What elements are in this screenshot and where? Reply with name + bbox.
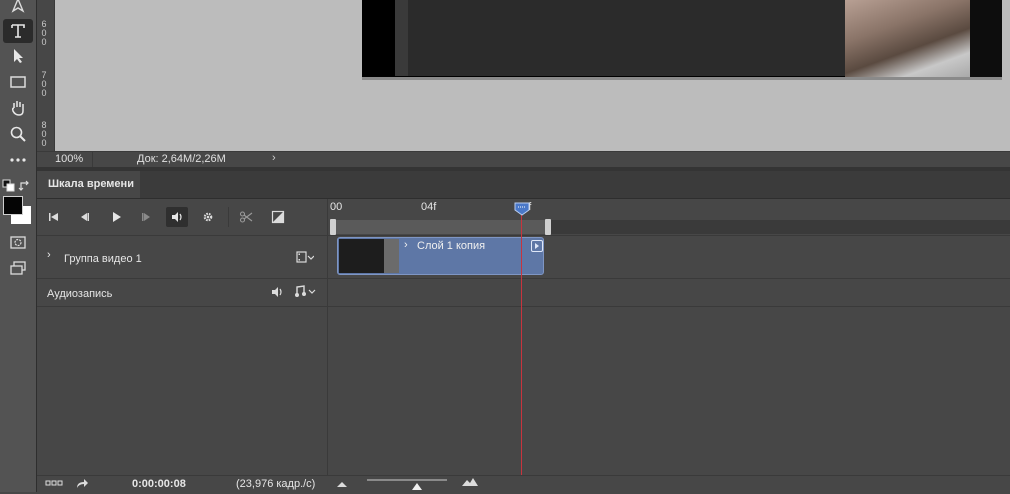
work-area-start-handle[interactable] — [330, 219, 336, 235]
split-scissors-icon[interactable] — [235, 207, 257, 227]
render-video-icon[interactable] — [75, 477, 89, 492]
work-area-end-handle[interactable] — [545, 219, 551, 235]
audio-track-label: Аудиозапись — [47, 288, 113, 300]
zoom-slider-thumb[interactable] — [411, 481, 423, 494]
document-gray-region — [395, 0, 845, 76]
video-frame-dark-edge — [970, 0, 1002, 77]
ruler-label-04f: 04f — [421, 201, 437, 213]
zoom-in-mountain-icon[interactable] — [461, 476, 479, 490]
convert-frames-icon[interactable] — [45, 478, 63, 491]
quick-mask-icon[interactable] — [3, 230, 33, 254]
zoom-slider-track[interactable] — [367, 479, 447, 481]
document-shadow — [362, 77, 1002, 80]
music-note-icon[interactable] — [294, 285, 318, 301]
foreground-color-swatch[interactable] — [3, 196, 23, 215]
default-colors-icon[interactable] — [2, 174, 16, 198]
vertical-ruler: 6 0 0 7 0 0 8 0 0 — [37, 0, 55, 151]
pen-icon[interactable] — [3, 0, 33, 18]
timeline-tabbar: Шкала времени — [37, 171, 1010, 199]
go-to-first-frame-button[interactable] — [43, 207, 65, 227]
group-expand-chevron[interactable]: › — [47, 249, 51, 261]
swap-colors-icon[interactable] — [18, 174, 32, 198]
playhead-marker[interactable] — [514, 202, 530, 216]
ruler-label-00: 00 — [330, 201, 343, 213]
track-group-video[interactable]: › Группа видео 1 — [37, 236, 327, 278]
ruler-number: 0 — [41, 88, 47, 98]
zoom-icon[interactable] — [3, 122, 33, 146]
status-divider — [92, 152, 93, 168]
transition-icon[interactable] — [267, 207, 289, 227]
next-frame-button[interactable] — [136, 207, 158, 227]
current-timecode[interactable]: 0:00:00:08 — [132, 478, 186, 490]
hand-icon[interactable] — [3, 96, 33, 120]
work-area-bar[interactable] — [333, 220, 548, 234]
tab-timeline[interactable]: Шкала времени — [37, 171, 140, 198]
clip-options-icon[interactable] — [531, 240, 543, 252]
group-track-label: Группа видео 1 — [64, 253, 142, 265]
timeline-bottom-bar: 0:00:00:08 (23,976 кадр./с) — [37, 475, 1010, 493]
document-gray-stripe — [395, 0, 408, 76]
clip-label: Слой 1 копия — [417, 240, 486, 252]
mute-audio-button[interactable] — [166, 207, 188, 227]
rectangle-icon[interactable] — [3, 70, 33, 94]
settings-gear-icon[interactable] — [197, 207, 219, 227]
zoom-out-mountain-icon[interactable] — [336, 479, 348, 491]
previous-frame-button[interactable] — [73, 207, 95, 227]
controls-divider — [228, 207, 229, 227]
clip-expand-chevron[interactable]: › — [404, 239, 408, 251]
frame-rate: (23,976 кадр./с) — [236, 478, 316, 490]
status-menu-arrow[interactable]: › — [272, 152, 276, 164]
film-strip-icon[interactable] — [296, 251, 315, 266]
tools-panel — [0, 0, 37, 492]
zoom-level[interactable]: 100% — [55, 153, 83, 165]
type-icon[interactable] — [3, 19, 33, 43]
audio-mute-icon[interactable] — [271, 286, 285, 301]
ruler-number: 0 — [41, 138, 47, 148]
document-size: Док: 2,64M/2,26M — [137, 153, 226, 165]
ruler-number: 0 — [41, 37, 47, 47]
timeline-controls — [37, 199, 327, 235]
track-audio[interactable]: Аудиозапись — [37, 279, 327, 306]
play-button[interactable] — [105, 207, 127, 227]
video-frame-image — [845, 0, 970, 77]
screen-mode-icon[interactable] — [3, 256, 33, 280]
track-header-divider — [327, 199, 328, 475]
playhead-line — [521, 214, 522, 475]
status-bar: 100% Док: 2,64M/2,26M › — [37, 151, 1010, 168]
path-select-icon[interactable] — [3, 44, 33, 68]
clip-thumbnail-edge — [384, 239, 399, 273]
row-divider — [37, 306, 1010, 307]
more-icon[interactable] — [3, 148, 33, 172]
